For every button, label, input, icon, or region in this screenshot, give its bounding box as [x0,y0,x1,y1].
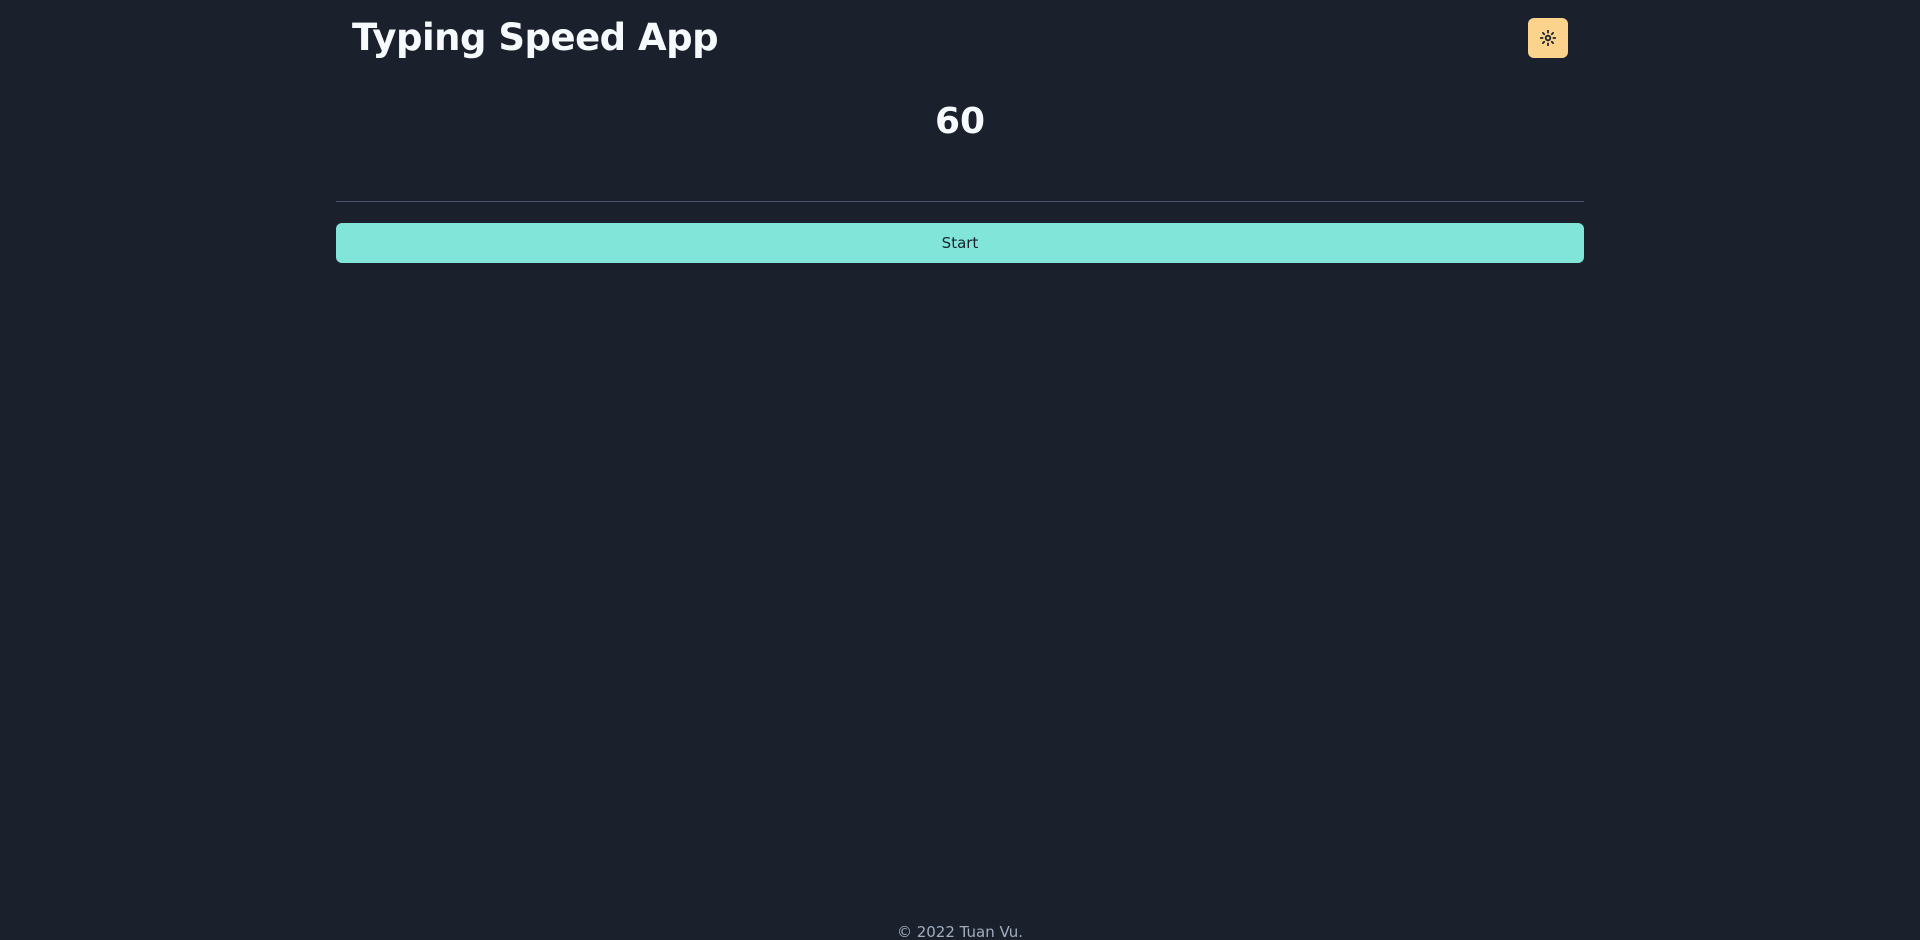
page: Typing Speed App 60 Start © 2022 Tuan Vu… [0,0,1920,940]
divider [336,201,1584,202]
theme-toggle-button[interactable] [1528,18,1568,58]
sun-icon [1540,30,1556,46]
timer-display: 60 [934,101,986,142]
footer-copyright: © 2022 Tuan Vu. [896,923,1024,940]
app-title: Typing Speed App [352,16,719,59]
main-container: Typing Speed App 60 Start [336,0,1584,263]
start-button[interactable]: Start [336,223,1584,263]
header: Typing Speed App [336,0,1584,78]
